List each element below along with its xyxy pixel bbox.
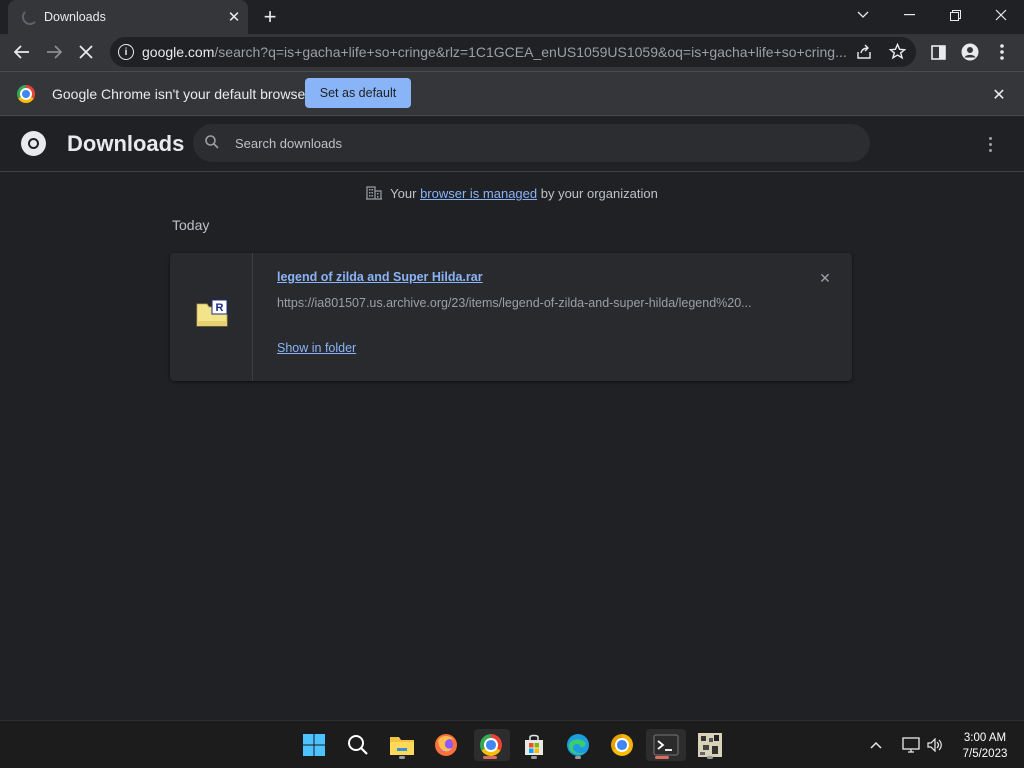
store-icon — [525, 734, 543, 755]
side-panel-button[interactable] — [924, 38, 952, 66]
chrome-logo-icon — [21, 131, 46, 156]
game-app-button[interactable] — [694, 729, 726, 761]
window-close-button[interactable] — [978, 0, 1024, 30]
minimize-icon — [903, 14, 915, 16]
download-item: R legend of zilda and Super Hilda.rar ht… — [170, 253, 852, 381]
address-bar[interactable]: i google.com/search?q=is+gacha+life+so+c… — [110, 37, 916, 67]
store-button[interactable] — [518, 729, 550, 761]
search-icon — [348, 735, 368, 755]
arrow-left-icon — [14, 45, 29, 59]
site-info-icon[interactable]: i — [118, 44, 134, 60]
bookmark-star-icon[interactable] — [888, 42, 907, 60]
download-file-name[interactable]: legend of zilda and Super Hilda.rar — [277, 270, 483, 284]
download-source-url: https://ia801507.us.archive.org/23/items… — [277, 296, 752, 310]
browser-toolbar: i google.com/search?q=is+gacha+life+so+c… — [0, 34, 1024, 71]
tab-downloads[interactable]: Downloads ✕ — [8, 0, 248, 34]
remove-download-button[interactable]: ✕ — [816, 269, 834, 287]
folder-icon — [390, 737, 414, 755]
chrome-logo-icon — [17, 85, 35, 103]
side-panel-icon — [930, 44, 946, 60]
new-tab-button[interactable]: + — [258, 4, 282, 29]
search-icon — [205, 135, 219, 149]
infobar-close-button[interactable]: ✕ — [988, 84, 1010, 106]
building-icon — [366, 186, 383, 200]
infobar-message: Google Chrome isn't your default browser — [52, 86, 310, 102]
firefox-button[interactable] — [430, 729, 462, 761]
show-hidden-icons-button[interactable] — [870, 721, 882, 768]
page-title: Downloads — [67, 131, 185, 156]
terminal-button[interactable] — [646, 729, 686, 761]
chevron-down-icon — [857, 11, 869, 18]
file-icon-area: R — [170, 253, 253, 381]
tab-strip: Downloads ✕ + — [0, 0, 1024, 34]
more-vert-icon — [1000, 44, 1004, 60]
default-browser-infobar: Google Chrome isn't your default browser… — [0, 71, 1024, 116]
back-button[interactable] — [8, 38, 36, 66]
edge-button[interactable] — [562, 729, 594, 761]
rar-file-icon: R — [196, 299, 228, 327]
more-vert-icon — [988, 136, 992, 140]
network-button[interactable] — [902, 721, 920, 768]
close-icon — [995, 9, 1007, 21]
network-icon — [902, 737, 920, 753]
chrome-canary-icon — [611, 734, 633, 756]
section-date: Today — [172, 217, 210, 233]
forward-button[interactable] — [40, 38, 68, 66]
clock-time: 3:00 AM — [963, 732, 1007, 744]
tab-search-button[interactable] — [840, 0, 886, 30]
profile-icon — [961, 43, 979, 61]
chrome-taskbar-button[interactable] — [474, 729, 510, 761]
show-in-folder-link[interactable]: Show in folder — [277, 341, 356, 355]
chevron-up-icon — [870, 741, 882, 749]
downloads-header: Downloads — [0, 116, 1024, 172]
windows-logo-icon — [303, 734, 325, 756]
set-as-default-button[interactable]: Set as default — [305, 78, 411, 108]
restore-icon — [949, 9, 961, 21]
search-box[interactable] — [193, 124, 870, 162]
taskbar: 3:00 AM 7/5/2023 — [0, 720, 1024, 768]
volume-button[interactable] — [927, 721, 943, 768]
search-input[interactable] — [235, 124, 835, 162]
game-app-icon — [698, 733, 722, 757]
stop-loading-button[interactable] — [72, 38, 100, 66]
managed-notice: Your browser is managed by your organiza… — [0, 186, 1024, 201]
chrome-logo-icon — [480, 734, 502, 756]
downloads-menu-button[interactable] — [978, 132, 1002, 156]
arrow-right-icon — [47, 45, 62, 59]
speaker-icon — [927, 738, 942, 752]
chrome-menu-button[interactable] — [988, 38, 1016, 66]
url-text[interactable]: google.com/search?q=is+gacha+life+so+cri… — [142, 44, 850, 60]
clock-date: 7/5/2023 — [962, 748, 1008, 760]
taskbar-search-button[interactable] — [342, 729, 374, 761]
share-icon[interactable] — [856, 44, 872, 60]
clock[interactable]: 3:00 AM 7/5/2023 — [952, 730, 1018, 762]
firefox-icon — [435, 734, 457, 756]
start-button[interactable] — [298, 729, 330, 761]
chrome-canary-button[interactable] — [606, 729, 638, 761]
file-explorer-button[interactable] — [386, 729, 418, 761]
restore-button[interactable] — [932, 0, 978, 30]
minimize-button[interactable] — [886, 0, 932, 30]
profile-button[interactable] — [956, 38, 984, 66]
loading-spinner-icon — [22, 9, 38, 25]
stop-icon — [79, 45, 93, 59]
tab-close-button[interactable]: ✕ — [224, 7, 244, 27]
tab-title: Downloads — [44, 10, 106, 24]
svg-text:R: R — [216, 302, 224, 314]
edge-icon — [567, 734, 589, 756]
terminal-icon — [653, 734, 679, 756]
browser-managed-link[interactable]: browser is managed — [420, 186, 537, 201]
